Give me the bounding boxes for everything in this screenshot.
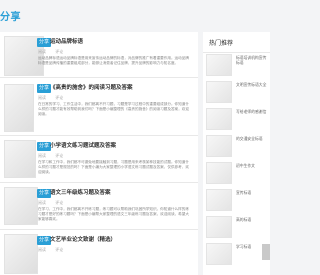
sidebar-item[interactable]: 宣传标语 bbox=[206, 189, 270, 215]
sidebar-thumbnail[interactable] bbox=[206, 54, 232, 76]
sidebar-item-title[interactable]: 初中生作文 bbox=[236, 163, 270, 183]
scroll-to-top-button[interactable] bbox=[262, 244, 270, 260]
article-item[interactable]: 分享 文艺毕业论文致谢（精选） 阅读 评论 bbox=[0, 230, 198, 275]
sidebar-thumbnail[interactable] bbox=[206, 243, 232, 265]
sidebar-item[interactable]: 标语培训机构宣传标语 bbox=[206, 54, 270, 80]
sidebar-thumbnail[interactable] bbox=[206, 162, 232, 184]
sidebar-item-title[interactable]: 高的标语 bbox=[236, 217, 270, 237]
sidebar-item-title[interactable]: 写给老师的感谢信 bbox=[236, 109, 270, 129]
category-badge[interactable]: 分享 bbox=[37, 84, 52, 93]
sidebar-item-title[interactable]: 宣传标语 bbox=[236, 190, 270, 210]
article-title[interactable]: 运动品牌标语 bbox=[50, 38, 83, 47]
article-meta: 阅读 评论 bbox=[38, 49, 71, 55]
meta-comments: 评论 bbox=[55, 247, 64, 252]
sidebar-item-title[interactable]: 文明宣传标语大全 bbox=[236, 82, 270, 102]
article-thumbnail[interactable] bbox=[4, 84, 34, 132]
sidebar-thumbnail[interactable] bbox=[206, 108, 232, 130]
article-thumbnail[interactable] bbox=[4, 234, 38, 274]
article-title[interactable]: 小学语文练习题试题及答案 bbox=[50, 142, 116, 151]
sidebar-popular: 热门推荐 标语培训机构宣传标语 文明宣传标语大全 写给老师的感谢信 的交通安全标… bbox=[203, 32, 270, 275]
article-thumbnail[interactable] bbox=[4, 140, 36, 178]
meta-views: 阅读 bbox=[38, 247, 46, 252]
sidebar-item[interactable]: 高的标语 bbox=[206, 216, 270, 242]
article-list: 分享 运动品牌标语 阅读 评论 运动品牌标语运动品牌标语是用来宣传运动品牌的标语… bbox=[0, 32, 198, 275]
sidebar-heading: 热门推荐 bbox=[203, 32, 270, 53]
sidebar-thumbnail[interactable] bbox=[206, 216, 232, 238]
meta-views: 阅读 bbox=[38, 49, 46, 54]
category-badge[interactable]: 分享 bbox=[37, 142, 52, 151]
sidebar-item[interactable]: 写给老师的感谢信 bbox=[206, 108, 270, 134]
meta-views: 阅读 bbox=[38, 200, 46, 205]
sidebar-thumbnail[interactable] bbox=[206, 135, 232, 157]
article-thumbnail[interactable] bbox=[4, 187, 38, 225]
sidebar-item-title[interactable]: 标语培训机构宣传标语 bbox=[236, 55, 270, 75]
meta-comments: 评论 bbox=[55, 153, 64, 158]
sidebar-item[interactable]: 初中生作文 bbox=[206, 162, 270, 188]
meta-comments: 评论 bbox=[55, 200, 64, 205]
article-meta: 阅读 评论 bbox=[38, 153, 71, 159]
category-badge[interactable]: 分享 bbox=[37, 38, 52, 47]
article-meta: 阅读 评论 bbox=[38, 247, 71, 253]
category-badge[interactable]: 分享 bbox=[37, 236, 52, 245]
sidebar-thumbnail[interactable] bbox=[206, 189, 232, 211]
sidebar-item[interactable]: 的交通安全标语 bbox=[206, 135, 270, 161]
article-title[interactable]: 语文三年级练习题及答案 bbox=[50, 189, 111, 198]
article-title[interactable]: 文艺毕业论文致谢（精选） bbox=[50, 236, 116, 245]
article-excerpt: 在学习和工作中，我们都不可避免地要接触到习题，习题是用来考核某种技能的试题。你知… bbox=[38, 160, 189, 174]
page: 分享 分享 运动品牌标语 阅读 评论 运动品牌标语运动品牌标语是用来宣传运动品牌… bbox=[0, 0, 270, 275]
meta-views: 阅读 bbox=[38, 153, 46, 158]
article-meta: 阅读 评论 bbox=[38, 200, 71, 206]
meta-views: 阅读 bbox=[38, 95, 46, 100]
article-item[interactable]: 分享 《高贵的施舍》的阅读习题及答案 阅读 评论 在日常的学习、工作生活中，我们… bbox=[0, 78, 198, 136]
category-badge[interactable]: 分享 bbox=[37, 189, 52, 198]
article-excerpt: 运动品牌标语运动品牌标语是用来宣传运动品牌的标语，对品牌的推广有着重要作用。运动… bbox=[38, 56, 189, 65]
sidebar-thumbnail[interactable] bbox=[206, 81, 232, 103]
article-item[interactable]: 分享 小学语文练习题试题及答案 阅读 评论 在学习和工作中，我们都不可避免地要接… bbox=[0, 136, 198, 183]
sidebar-item-title[interactable]: 的交通安全标语 bbox=[236, 136, 270, 156]
meta-comments: 评论 bbox=[55, 49, 64, 54]
article-item[interactable]: 分享 运动品牌标语 阅读 评论 运动品牌标语运动品牌标语是用来宣传运动品牌的标语… bbox=[0, 32, 198, 78]
sidebar-item[interactable]: 文明宣传标语大全 bbox=[206, 81, 270, 107]
article-excerpt: 在日常的学习、工作生活中，我们都离不开习题，习题是学习过程中的重要组成部分。你知… bbox=[38, 102, 189, 116]
category-title: 分享 bbox=[0, 12, 21, 23]
meta-comments: 评论 bbox=[55, 95, 64, 100]
article-item[interactable]: 分享 语文三年级练习题及答案 阅读 评论 在学习、工作中，我们都离不开练习题，练… bbox=[0, 183, 198, 230]
article-excerpt: 在学习、工作中，我们都离不开练习题，练习题可以帮助我们巩固所学知识。你知道什么样… bbox=[38, 207, 189, 221]
sidebar-item[interactable]: 学习标语 bbox=[206, 243, 270, 269]
article-title[interactable]: 《高贵的施舍》的阅读习题及答案 bbox=[50, 84, 133, 93]
article-meta: 阅读 评论 bbox=[38, 95, 71, 101]
